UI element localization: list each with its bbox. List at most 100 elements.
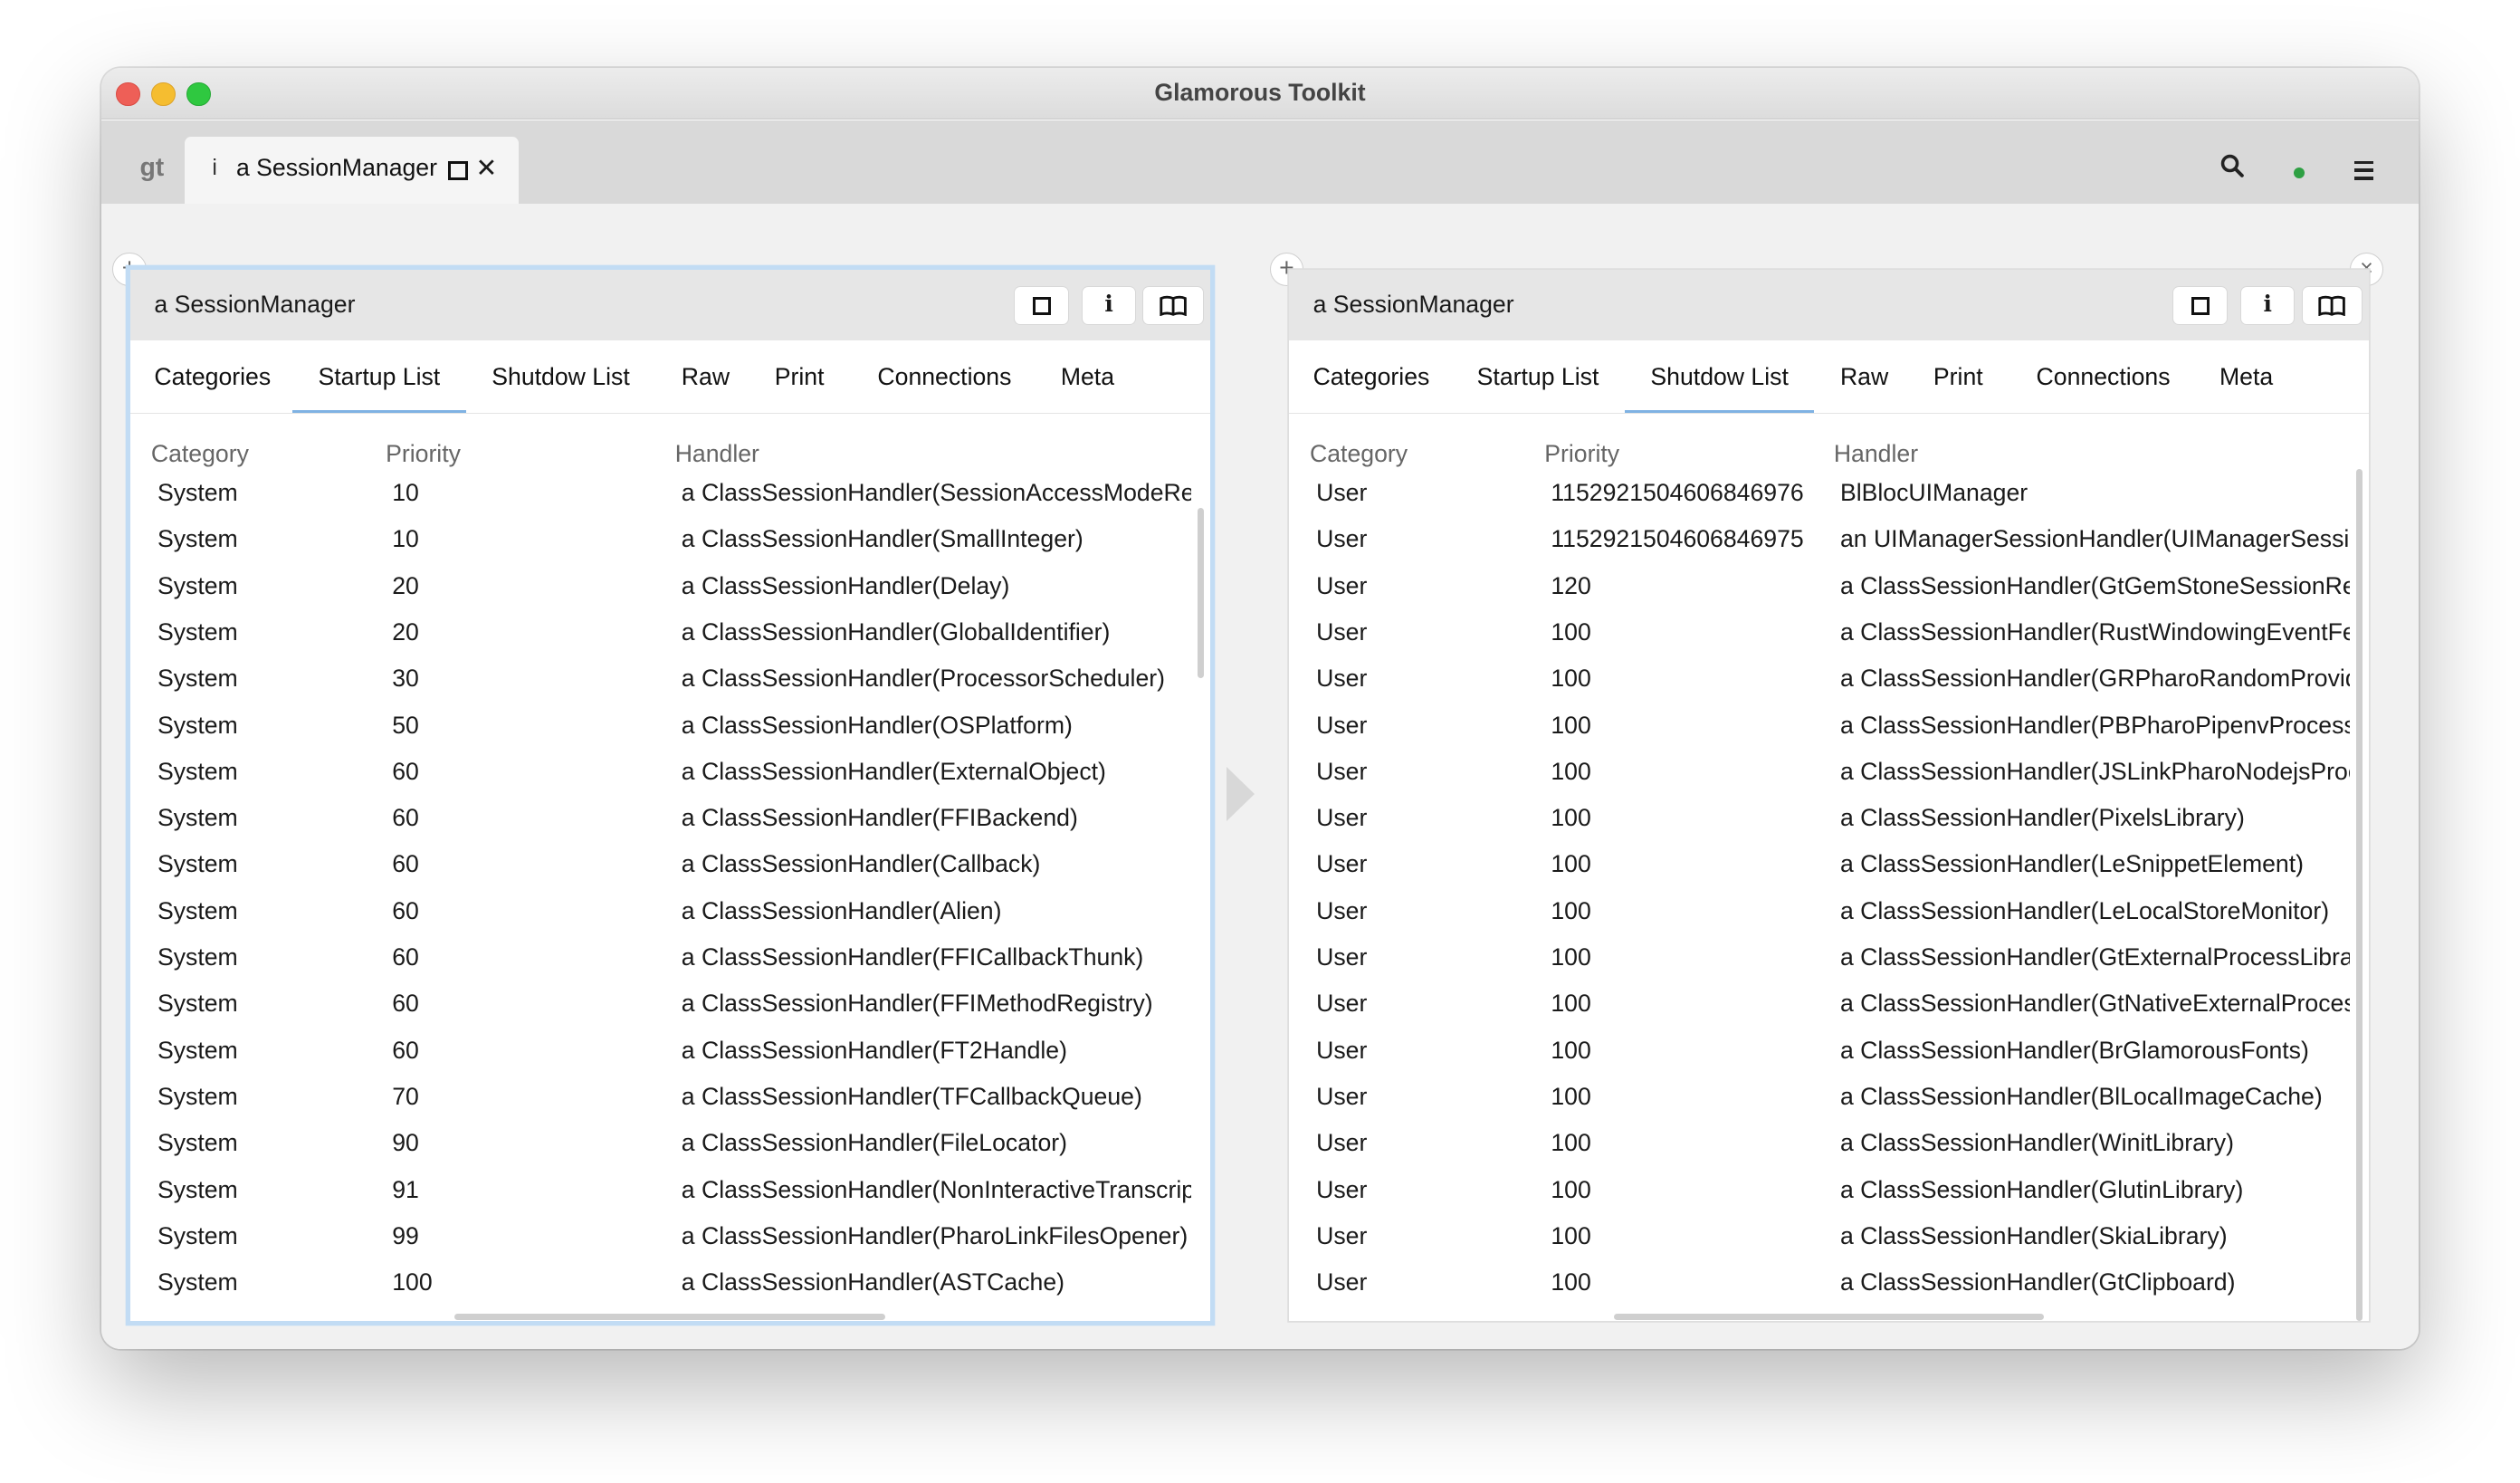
cell-priority: 60 bbox=[392, 896, 419, 924]
table-row[interactable]: User 100 a ClassSessionHandler(PBPharoPipe… bbox=[1289, 702, 2369, 748]
tab-print[interactable]: Print bbox=[775, 363, 825, 391]
vertical-scrollbar[interactable] bbox=[1197, 508, 1204, 679]
table-row[interactable]: System 60 a ClassSessionHandler(Callback) bbox=[130, 841, 1210, 887]
cell-handler: a ClassSessionHandler(GRPharoRandomProvi… bbox=[1839, 665, 2350, 693]
cell-category: System bbox=[157, 1221, 238, 1249]
cell-priority: 60 bbox=[392, 757, 419, 785]
table-row[interactable]: User 100 a ClassSessionHandler(JSLinkPharo… bbox=[1289, 748, 2369, 794]
arrow-right-icon bbox=[1226, 766, 1255, 821]
cell-category: System bbox=[157, 850, 238, 878]
tab-raw[interactable]: Raw bbox=[682, 363, 730, 391]
cell-handler: a ClassSessionHandler(LeSnippetElement) bbox=[1839, 850, 2305, 878]
table-row[interactable]: User 100 a ClassSessionHandler(GRPharoRand… bbox=[1289, 655, 2369, 702]
cell-priority: 90 bbox=[392, 1129, 419, 1157]
hamburger-menu-icon[interactable] bbox=[2354, 160, 2374, 186]
table-row[interactable]: System 50 a ClassSessionHandler(OSPlatform… bbox=[130, 702, 1210, 748]
table-row[interactable]: System 60 a ClassSessionHandler(FFICallbac… bbox=[130, 933, 1210, 980]
table-row[interactable]: System 99 a ClassSessionHandler(PharoLinkF… bbox=[130, 1212, 1210, 1258]
table-row[interactable]: System 91 a ClassSessionHandler(NonInterac… bbox=[130, 1166, 1210, 1212]
cell-handler: a ClassSessionHandler(RustWindowingEvent… bbox=[1839, 617, 2350, 646]
table-row[interactable]: System 60 a ClassSessionHandler(FFIMethodR… bbox=[130, 981, 1210, 1027]
table-row[interactable]: User 100 a ClassSessionHandler(GlutinLibra… bbox=[1289, 1166, 2369, 1212]
table-row[interactable]: User 1152921504606846975 an UIManagerSessi… bbox=[1289, 516, 2369, 562]
info-button[interactable]: i bbox=[2240, 286, 2296, 325]
tab-raw[interactable]: Raw bbox=[1840, 363, 1888, 391]
table-row[interactable]: System 60 a ClassSessionHandler(FT2Handle) bbox=[130, 1027, 1210, 1073]
column-header-handler[interactable]: Handler bbox=[675, 440, 759, 468]
table-row[interactable]: System 60 a ClassSessionHandler(Alien) bbox=[130, 887, 1210, 933]
table-row[interactable]: System 100 a ClassSessionHandler(ASTCache) bbox=[130, 1258, 1210, 1305]
table-row[interactable]: System 70 a ClassSessionHandler(TFCallback… bbox=[130, 1073, 1210, 1119]
cell-priority: 100 bbox=[1551, 1175, 1591, 1203]
tab-shutdow-list[interactable]: Shutdow List bbox=[1625, 363, 1814, 415]
tab-print[interactable]: Print bbox=[1933, 363, 1983, 391]
table-row[interactable]: System 60 a ClassSessionHandler(FFIBackend… bbox=[130, 795, 1210, 841]
cell-priority: 100 bbox=[1551, 896, 1591, 924]
table-row[interactable]: System 10 a ClassSessionHandler(SmallInteg… bbox=[130, 516, 1210, 562]
tab-connections[interactable]: Connections bbox=[877, 363, 1011, 391]
cell-priority: 100 bbox=[1551, 1082, 1591, 1110]
cell-priority: 120 bbox=[1551, 571, 1591, 599]
close-tab-icon[interactable]: ✕ bbox=[476, 153, 498, 184]
column-header-category[interactable]: Category bbox=[1310, 440, 1408, 468]
table-row[interactable]: User 100 a ClassSessionHandler(LeSnippetEl… bbox=[1289, 841, 2369, 887]
cell-handler: a ClassSessionHandler(ASTCache) bbox=[681, 1268, 1065, 1296]
view-tabs: Categories Startup List Shutdow List Raw… bbox=[129, 340, 1210, 415]
table-row[interactable]: User 100 a ClassSessionHandler(BrGlamorous… bbox=[1289, 1027, 2369, 1073]
vertical-scrollbar[interactable] bbox=[2355, 469, 2362, 1322]
table-row[interactable]: User 100 a ClassSessionHandler(LeLocalStor… bbox=[1289, 887, 2369, 933]
tab-startup-list[interactable]: Startup List bbox=[1477, 363, 1599, 391]
info-icon: i bbox=[2263, 290, 2272, 317]
tab-startup-list[interactable]: Startup List bbox=[292, 363, 466, 415]
cell-handler: a ClassSessionHandler(FileLocator) bbox=[681, 1129, 1067, 1157]
horizontal-scrollbar[interactable] bbox=[454, 1313, 886, 1320]
info-button[interactable]: i bbox=[1081, 286, 1137, 325]
inspect-button[interactable] bbox=[1014, 286, 1069, 325]
table-row[interactable]: System 20 a ClassSessionHandler(GlobalIden… bbox=[130, 608, 1210, 655]
table-row[interactable]: User 100 a ClassSessionHandler(BlLocalImag… bbox=[1289, 1073, 2369, 1119]
cell-priority: 60 bbox=[392, 943, 419, 971]
cell-category: System bbox=[157, 665, 238, 693]
tab-meta[interactable]: Meta bbox=[1061, 363, 1114, 391]
gt-logo[interactable]: gt bbox=[139, 153, 164, 183]
cell-handler: a ClassSessionHandler(PBPharoPipenvProce… bbox=[1839, 711, 2350, 739]
browse-button[interactable] bbox=[1142, 286, 1204, 325]
column-header-category[interactable]: Category bbox=[151, 440, 249, 468]
tab-categories[interactable]: Categories bbox=[154, 363, 271, 391]
table-row[interactable]: User 100 a ClassSessionHandler(GtNativeExt… bbox=[1289, 981, 2369, 1027]
table-row[interactable]: System 10 a ClassSessionHandler(SessionAcc… bbox=[130, 469, 1210, 515]
maximize-tab-icon[interactable] bbox=[448, 160, 469, 181]
pane-header: a SessionManager i bbox=[1288, 270, 2370, 341]
table-row[interactable]: User 100 a ClassSessionHandler(GtClipboard… bbox=[1289, 1258, 2369, 1305]
tab-shutdow-list[interactable]: Shutdow List bbox=[492, 363, 629, 391]
table-row[interactable]: System 60 a ClassSessionHandler(ExternalOb… bbox=[130, 748, 1210, 794]
tab-categories[interactable]: Categories bbox=[1313, 363, 1430, 391]
browse-button[interactable] bbox=[2301, 286, 2362, 325]
cell-category: System bbox=[157, 896, 238, 924]
cell-handler: a ClassSessionHandler(BrGlamorousFonts) bbox=[1839, 1036, 2309, 1064]
cell-category: User bbox=[1316, 1175, 1368, 1203]
column-header-handler[interactable]: Handler bbox=[1834, 440, 1918, 468]
table-row[interactable]: User 120 a ClassSessionHandler(GtGemStoneS… bbox=[1289, 562, 2369, 608]
horizontal-scrollbar[interactable] bbox=[1613, 1313, 2045, 1320]
table-row[interactable]: User 100 a ClassSessionHandler(WinitLibrar… bbox=[1289, 1120, 2369, 1166]
cell-priority: 20 bbox=[392, 571, 419, 599]
tab-connections[interactable]: Connections bbox=[2037, 363, 2171, 391]
tab-meta[interactable]: Meta bbox=[2219, 363, 2273, 391]
status-dot-icon[interactable] bbox=[2293, 167, 2305, 179]
search-icon[interactable] bbox=[2219, 153, 2245, 178]
column-header-priority[interactable]: Priority bbox=[1544, 440, 1619, 468]
table-row[interactable]: System 20 a ClassSessionHandler(Delay) bbox=[130, 562, 1210, 608]
column-header-priority[interactable]: Priority bbox=[386, 440, 461, 468]
tab-session-manager[interactable]: i a SessionManager ✕ bbox=[185, 136, 520, 205]
cell-priority: 100 bbox=[1551, 617, 1591, 646]
table-row[interactable]: User 100 a ClassSessionHandler(PixelsLibra… bbox=[1289, 795, 2369, 841]
table-row[interactable]: User 100 a ClassSessionHandler(SkiaLibrary… bbox=[1289, 1212, 2369, 1258]
inspect-button[interactable] bbox=[2172, 286, 2228, 325]
table-row[interactable]: System 90 a ClassSessionHandler(FileLocato… bbox=[130, 1120, 1210, 1166]
table-row[interactable]: User 100 a ClassSessionHandler(RustWindowi… bbox=[1289, 608, 2369, 655]
table-row[interactable]: User 1152921504606846976 BlBlocUIManager bbox=[1289, 469, 2369, 515]
cell-category: User bbox=[1316, 1082, 1368, 1110]
table-row[interactable]: System 30 a ClassSessionHandler(ProcessorS… bbox=[130, 655, 1210, 702]
table-row[interactable]: User 100 a ClassSessionHandler(GtExternalP… bbox=[1289, 933, 2369, 980]
